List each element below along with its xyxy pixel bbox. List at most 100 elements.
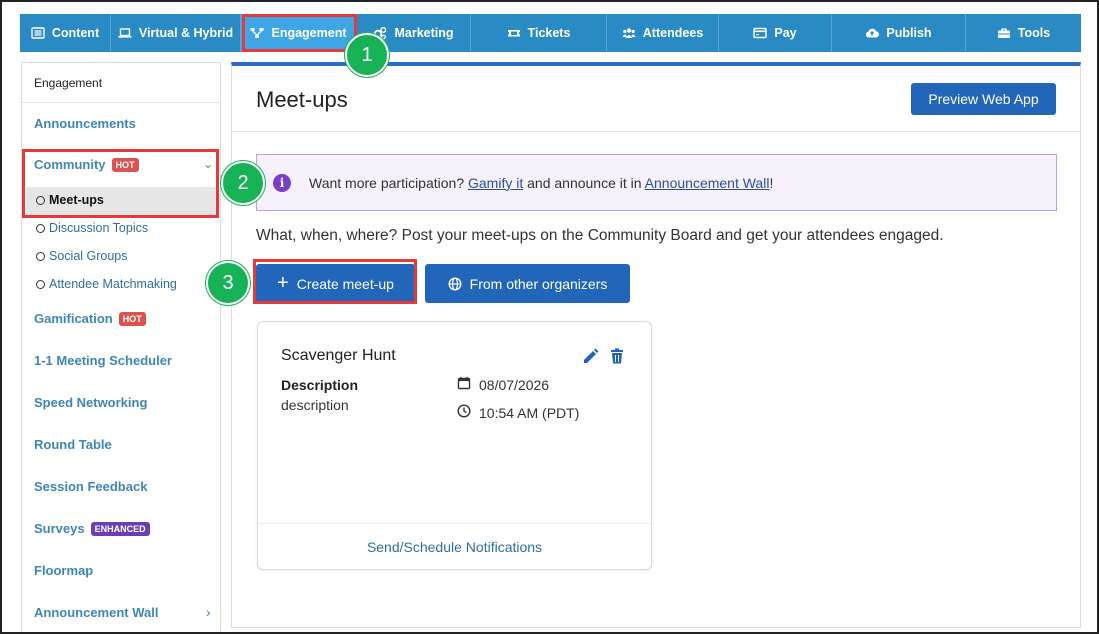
nav-tools[interactable]: Tools — [966, 14, 1081, 52]
meetup-card: Scavenger Hunt Description description 0… — [257, 321, 652, 570]
network-icon — [250, 26, 264, 40]
create-meetup-button[interactable]: + Create meet-up — [256, 264, 415, 303]
sidebar-item-label: Discussion Topics — [49, 221, 149, 235]
nav-label: Virtual & Hybrid — [138, 26, 234, 40]
nav-attendees[interactable]: Attendees — [607, 14, 719, 52]
chevron-down-icon[interactable]: ⌄ — [203, 157, 213, 171]
clock-icon — [457, 404, 471, 421]
nav-label: Tools — [1017, 26, 1051, 40]
nav-publish[interactable]: Publish — [832, 14, 966, 52]
sidebar-item-session-feedback[interactable]: Session Feedback — [34, 479, 147, 494]
plus-icon: + — [277, 271, 289, 294]
nav-content[interactable]: Content — [20, 14, 111, 52]
info-prefix: Want more participation? — [309, 174, 468, 191]
chevron-right-icon[interactable]: › — [206, 604, 211, 620]
from-other-organizers-button[interactable]: From other organizers — [425, 264, 630, 303]
circle-icon — [36, 223, 45, 233]
sidebar-item-meetups[interactable]: Meet-ups — [36, 193, 104, 207]
sidebar-item-label: Community — [34, 157, 106, 172]
meetup-time: 10:54 AM (PDT) — [457, 404, 579, 421]
sidebar-item-label: Floormap — [34, 563, 94, 578]
meetup-title: Scavenger Hunt — [281, 347, 396, 364]
page-description: What, when, where? Post your meet-ups on… — [256, 227, 944, 244]
step-marker-2: 2 — [221, 161, 265, 205]
circle-icon — [36, 279, 45, 289]
date-text: 08/07/2026 — [479, 376, 550, 393]
gamify-link[interactable]: Gamify it — [468, 175, 523, 191]
nav-label: Marketing — [394, 26, 454, 40]
nav-tickets[interactable]: Tickets — [471, 14, 607, 52]
circle-icon — [36, 195, 45, 205]
sidebar-item-label: Surveys — [34, 521, 85, 536]
info-middle: and announce it in — [523, 174, 645, 191]
info-suffix: ! — [769, 174, 774, 191]
sidebar-item-speed-networking[interactable]: Speed Networking — [34, 395, 147, 410]
app-frame: Content Virtual & Hybrid Engagement Mark… — [0, 0, 1099, 634]
sidebar-item-label: Social Groups — [49, 249, 128, 263]
nav-virtual-hybrid[interactable]: Virtual & Hybrid — [111, 14, 241, 52]
meetup-date: 08/07/2026 — [457, 376, 549, 393]
nav-pay[interactable]: Pay — [719, 14, 832, 52]
send-notifications-link[interactable]: Send/Schedule Notifications — [258, 523, 651, 569]
nav-label: Tickets — [527, 26, 571, 40]
sidebar-item-social-groups[interactable]: Social Groups — [36, 249, 128, 263]
ticket-icon — [507, 26, 521, 40]
sidebar-item-label: Speed Networking — [34, 395, 148, 410]
sidebar-item-label: Meet-ups — [49, 193, 104, 207]
sidebar-item-label: Attendee Matchmaking — [49, 277, 177, 291]
nav-label: Attendees — [642, 26, 704, 40]
main-panel: Meet-ups Preview Web App i Want more par… — [231, 62, 1081, 628]
globe-icon — [448, 276, 462, 291]
button-label: Create meet-up — [296, 275, 394, 292]
description-value: description — [281, 397, 349, 413]
info-banner: i Want more participation? Gamify it and… — [256, 154, 1057, 211]
sidebar-item-floormap[interactable]: Floormap — [34, 563, 93, 578]
sidebar-item-label: Session Feedback — [34, 479, 148, 494]
sidebar-item-gamification[interactable]: Gamification HOT — [34, 311, 146, 326]
trash-icon[interactable] — [608, 347, 626, 365]
sidebar-item-round-table[interactable]: Round Table — [34, 437, 112, 452]
circle-icon — [36, 251, 45, 261]
step-marker-1: 1 — [345, 33, 389, 77]
nav-label: Content — [51, 26, 100, 40]
sidebar-item-discussion-topics[interactable]: Discussion Topics — [36, 221, 148, 235]
nav-engagement[interactable]: Engagement — [241, 14, 357, 52]
laptop-icon — [118, 26, 132, 40]
button-label: From other organizers — [469, 275, 608, 292]
description-label: Description — [281, 377, 359, 393]
info-text: Want more participation? Gamify it and a… — [309, 175, 773, 191]
sidebar-item-label: Round Table — [34, 437, 112, 452]
cloud-upload-icon — [865, 26, 880, 40]
sidebar-item-announcement-wall[interactable]: Announcement Wall — [34, 605, 158, 620]
hot-badge: HOT — [118, 311, 146, 326]
announcement-wall-link[interactable]: Announcement Wall — [645, 175, 770, 191]
sidebar-header: Engagement — [22, 63, 220, 103]
sidebar-item-surveys[interactable]: Surveys ENHANCED — [34, 521, 150, 536]
nav-label: Publish — [886, 26, 932, 40]
sidebar-item-community[interactable]: Community HOT — [34, 157, 139, 172]
time-text: 10:54 AM (PDT) — [479, 404, 580, 421]
users-icon — [622, 26, 636, 40]
sidebar-item-attendee-matchmaking[interactable]: Attendee Matchmaking — [36, 277, 177, 291]
hot-badge: HOT — [111, 157, 139, 172]
list-icon — [31, 26, 45, 40]
page-title: Meet-ups — [256, 87, 348, 112]
sidebar-item-label: Gamification — [34, 311, 113, 326]
sidebar: Engagement Announcements Community HOT ⌄… — [21, 62, 221, 632]
sidebar-item-announcements[interactable]: Announcements — [34, 116, 136, 131]
calendar-icon — [457, 376, 471, 393]
info-icon: i — [273, 173, 291, 192]
sidebar-item-meeting-scheduler[interactable]: 1-1 Meeting Scheduler — [34, 353, 172, 368]
preview-web-app-button[interactable]: Preview Web App — [911, 83, 1056, 115]
nav-label: Engagement — [271, 26, 347, 40]
sidebar-item-label: 1-1 Meeting Scheduler — [34, 353, 172, 368]
sidebar-item-label: Announcements — [34, 116, 136, 131]
enhanced-badge: ENHANCED — [90, 521, 150, 536]
step-marker-3: 3 — [206, 261, 250, 305]
top-navigation: Content Virtual & Hybrid Engagement Mark… — [20, 14, 1081, 52]
edit-pencil-icon[interactable] — [582, 347, 600, 365]
sidebar-item-label: Announcement Wall — [34, 605, 159, 620]
toolbox-icon — [997, 26, 1011, 40]
credit-card-icon — [753, 26, 768, 40]
nav-label: Pay — [774, 26, 797, 40]
